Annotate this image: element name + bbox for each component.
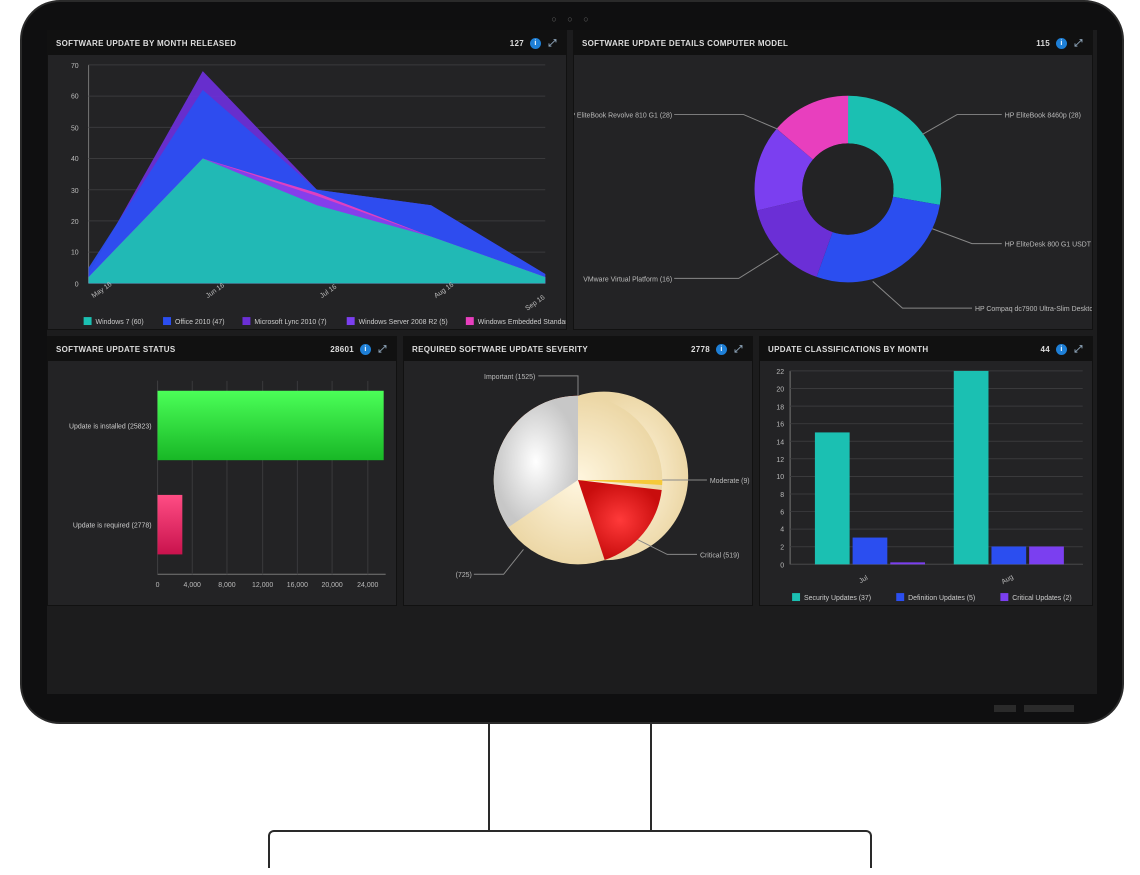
svg-text:Microsoft Lync 2010 (7): Microsoft Lync 2010 (7) bbox=[254, 319, 326, 326]
panel-count: 44 bbox=[1041, 345, 1051, 354]
panel-header: REQUIRED SOFTWARE UPDATE SEVERITY 2778 i… bbox=[404, 337, 752, 361]
svg-text:HP EliteBook 8460p (28): HP EliteBook 8460p (28) bbox=[1005, 113, 1081, 120]
svg-text:Critical Updates (2): Critical Updates (2) bbox=[1012, 595, 1071, 602]
svg-text:40: 40 bbox=[71, 156, 79, 163]
svg-text:60: 60 bbox=[71, 94, 79, 101]
panel-donut-chart: SOFTWARE UPDATE DETAILS COMPUTER MODEL 1… bbox=[573, 30, 1093, 330]
svg-text:4: 4 bbox=[780, 527, 784, 534]
svg-text:8,000: 8,000 bbox=[218, 582, 236, 589]
svg-text:Aug 16: Aug 16 bbox=[433, 281, 455, 299]
panel-title: UPDATE CLASSIFICATIONS BY MONTH bbox=[768, 345, 928, 354]
monitor-stand-neck bbox=[488, 722, 652, 832]
svg-text:30: 30 bbox=[71, 188, 79, 195]
svg-text:(725): (725) bbox=[456, 572, 472, 579]
svg-text:Update is required (2778): Update is required (2778) bbox=[73, 523, 152, 530]
svg-text:Security Updates (37): Security Updates (37) bbox=[804, 595, 871, 602]
info-icon[interactable]: i bbox=[1056, 38, 1067, 49]
info-icon[interactable]: i bbox=[360, 344, 371, 355]
svg-text:12: 12 bbox=[776, 457, 784, 464]
svg-text:HP Compaq dc7900 Ultra-Slim De: HP Compaq dc7900 Ultra-Slim Desktop (15) bbox=[975, 306, 1092, 313]
svg-text:Office 2010 (47): Office 2010 (47) bbox=[175, 319, 225, 326]
svg-text:VMware Virtual Platform (16): VMware Virtual Platform (16) bbox=[583, 276, 672, 283]
svg-text:16: 16 bbox=[776, 421, 784, 428]
svg-text:Critical (519): Critical (519) bbox=[700, 552, 739, 559]
panel-title: SOFTWARE UPDATE DETAILS COMPUTER MODEL bbox=[582, 39, 788, 48]
panel-vbar-chart: UPDATE CLASSIFICATIONS BY MONTH 44 i ⤢ bbox=[759, 336, 1093, 606]
svg-text:HP EliteBook Revolve 810 G1 (2: HP EliteBook Revolve 810 G1 (28) bbox=[574, 113, 672, 120]
panel-hbar-chart: SOFTWARE UPDATE STATUS 28601 i ⤢ bbox=[47, 336, 397, 606]
panel-count: 127 bbox=[510, 39, 524, 48]
svg-text:0: 0 bbox=[780, 562, 784, 569]
panel-title: SOFTWARE UPDATE BY MONTH RELEASED bbox=[56, 39, 236, 48]
svg-text:Update is installed (25823): Update is installed (25823) bbox=[69, 423, 152, 430]
svg-text:20,000: 20,000 bbox=[321, 582, 342, 589]
svg-text:Aug: Aug bbox=[1000, 574, 1014, 586]
svg-text:24,000: 24,000 bbox=[357, 582, 378, 589]
svg-text:2: 2 bbox=[780, 544, 784, 551]
svg-text:Sep 16: Sep 16 bbox=[524, 294, 546, 312]
panel-header: UPDATE CLASSIFICATIONS BY MONTH 44 i ⤢ bbox=[760, 337, 1092, 361]
panel-area-chart: SOFTWARE UPDATE BY MONTH RELEASED 127 i … bbox=[47, 30, 567, 330]
camera-dots: ○ ○ ○ bbox=[551, 14, 592, 24]
svg-text:Jun 16: Jun 16 bbox=[205, 282, 226, 300]
panel-count: 115 bbox=[1036, 39, 1050, 48]
panel-header: SOFTWARE UPDATE DETAILS COMPUTER MODEL 1… bbox=[574, 31, 1092, 55]
svg-text:10: 10 bbox=[776, 474, 784, 481]
panel-count: 28601 bbox=[330, 345, 354, 354]
panel-header: SOFTWARE UPDATE BY MONTH RELEASED 127 i … bbox=[48, 31, 566, 55]
maximize-icon[interactable]: ⤢ bbox=[733, 344, 744, 355]
svg-text:Windows Server 2008 R2 (5): Windows Server 2008 R2 (5) bbox=[359, 319, 448, 326]
info-icon[interactable]: i bbox=[716, 344, 727, 355]
svg-text:8: 8 bbox=[780, 492, 784, 499]
maximize-icon[interactable]: ⤢ bbox=[547, 38, 558, 49]
monitor-frame: ○ ○ ○ SOFTWARE UPDATE BY MONTH RELEASED … bbox=[20, 0, 1124, 724]
svg-text:50: 50 bbox=[71, 125, 79, 132]
svg-text:22: 22 bbox=[776, 369, 784, 376]
svg-text:HP EliteDesk 800 G1 USDT (14): HP EliteDesk 800 G1 USDT (14) bbox=[1005, 242, 1092, 249]
info-icon[interactable]: i bbox=[1056, 344, 1067, 355]
svg-text:12,000: 12,000 bbox=[252, 582, 273, 589]
svg-text:20: 20 bbox=[776, 387, 784, 394]
maximize-icon[interactable]: ⤢ bbox=[1073, 38, 1084, 49]
svg-text:Jul: Jul bbox=[858, 574, 870, 585]
svg-text:14: 14 bbox=[776, 439, 784, 446]
svg-text:0: 0 bbox=[75, 281, 79, 288]
svg-text:Jul 16: Jul 16 bbox=[319, 283, 338, 299]
panel-pie-chart: REQUIRED SOFTWARE UPDATE SEVERITY 2778 i… bbox=[403, 336, 753, 606]
maximize-icon[interactable]: ⤢ bbox=[377, 344, 388, 355]
maximize-icon[interactable]: ⤢ bbox=[1073, 344, 1084, 355]
hardware-buttons bbox=[994, 705, 1074, 712]
svg-text:4,000: 4,000 bbox=[184, 582, 202, 589]
svg-text:Windows Embedded Standard 7 (5: Windows Embedded Standard 7 (5) bbox=[478, 319, 566, 326]
svg-text:Important (1525): Important (1525) bbox=[484, 374, 535, 381]
monitor-stand-base bbox=[268, 830, 872, 868]
svg-text:10: 10 bbox=[71, 250, 79, 257]
panel-title: REQUIRED SOFTWARE UPDATE SEVERITY bbox=[412, 345, 588, 354]
svg-text:6: 6 bbox=[780, 510, 784, 517]
panel-title: SOFTWARE UPDATE STATUS bbox=[56, 345, 176, 354]
svg-text:20: 20 bbox=[71, 219, 79, 226]
panel-header: SOFTWARE UPDATE STATUS 28601 i ⤢ bbox=[48, 337, 396, 361]
panel-count: 2778 bbox=[691, 345, 710, 354]
svg-text:Definition Updates (5): Definition Updates (5) bbox=[908, 595, 975, 602]
svg-text:Windows 7 (60): Windows 7 (60) bbox=[96, 319, 144, 326]
info-icon[interactable]: i bbox=[530, 38, 541, 49]
svg-text:70: 70 bbox=[71, 63, 79, 70]
dashboard-screen: SOFTWARE UPDATE BY MONTH RELEASED 127 i … bbox=[47, 30, 1097, 694]
svg-text:0: 0 bbox=[156, 582, 160, 589]
svg-text:16,000: 16,000 bbox=[287, 582, 308, 589]
svg-text:Moderate (9): Moderate (9) bbox=[710, 478, 750, 485]
svg-text:18: 18 bbox=[776, 405, 784, 412]
